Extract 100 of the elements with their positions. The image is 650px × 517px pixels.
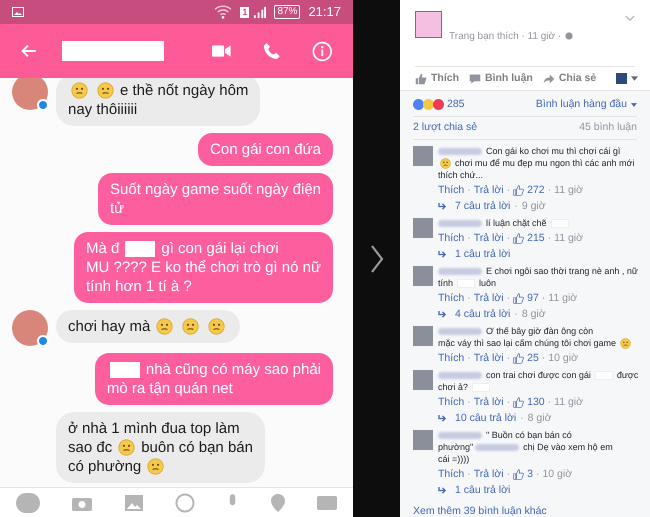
more-comments-link[interactable]: Xem thêm 39 bình luận khác bbox=[413, 504, 637, 517]
like-link[interactable]: Thích bbox=[438, 184, 464, 196]
like-count[interactable]: 130 bbox=[527, 396, 545, 408]
separator-dot: · bbox=[467, 232, 471, 244]
clock: 21:17 bbox=[308, 3, 341, 22]
message-text: tử bbox=[110, 199, 124, 218]
post-action[interactable]: Chia sẻ bbox=[542, 70, 596, 86]
emoji-icon bbox=[208, 318, 226, 335]
comment-text: mặc váy thì sao lại cấm chúng tôi chơi game bbox=[438, 337, 616, 349]
separator-dot: · bbox=[506, 232, 510, 244]
separator-dot: · bbox=[506, 396, 510, 408]
message-text: gì con gái lại chơi bbox=[161, 239, 279, 258]
comment-text: Con gái ko chơi mu thì chơi cái gì bbox=[486, 145, 620, 157]
message-text: ở nhà 1 mình đua top làm bbox=[68, 419, 240, 438]
comment-count: 45 bình luận bbox=[579, 120, 637, 136]
blurred-name bbox=[438, 268, 482, 274]
replies-link[interactable]: 4 câu trả lời bbox=[455, 308, 510, 320]
replies-link[interactable]: 10 câu trả lời bbox=[455, 412, 516, 424]
caret-icon[interactable] bbox=[631, 76, 638, 81]
like-link[interactable]: Thích bbox=[438, 232, 464, 244]
location-pin-icon[interactable] bbox=[270, 494, 285, 512]
reply-arrow-icon bbox=[438, 414, 447, 422]
comment-text: chơi mu để mu đẹp mu ngon thì các anh mới bbox=[455, 157, 634, 169]
image-icon[interactable] bbox=[124, 494, 143, 510]
smiley-icon[interactable] bbox=[174, 492, 195, 512]
like-count[interactable]: 25 bbox=[527, 352, 539, 364]
post-action[interactable]: Bình luận bbox=[469, 70, 533, 86]
back-arrow-icon[interactable] bbox=[20, 42, 38, 60]
comment-text: lí luận chặt chẽ bbox=[486, 217, 547, 229]
message-text: chơi hay mà bbox=[68, 317, 150, 336]
comment-text: Ơ thế bây giờ đàn ông còn bbox=[486, 325, 594, 337]
like-link[interactable]: Thích bbox=[438, 352, 464, 364]
love-reaction-icon bbox=[433, 99, 444, 110]
video-camera-icon[interactable] bbox=[212, 44, 231, 58]
comment-text: E chơi ngôi sao thời trang nè anh , nữ bbox=[486, 265, 638, 277]
profile-thumbnail[interactable] bbox=[616, 73, 628, 84]
signal-icon bbox=[253, 6, 266, 18]
emoji-icon bbox=[118, 439, 136, 456]
commenter-avatar bbox=[413, 326, 433, 346]
like-link[interactable]: Thích bbox=[438, 468, 464, 480]
blurred-name bbox=[438, 328, 482, 334]
separator-dot: · bbox=[467, 352, 471, 364]
reply-link[interactable]: Trả lời bbox=[474, 396, 504, 408]
info-icon[interactable] bbox=[312, 40, 333, 62]
message-text: e thề nốt ngày hôm bbox=[120, 81, 248, 100]
reply-link[interactable]: Trả lời bbox=[474, 184, 504, 196]
separator-dot: · bbox=[467, 292, 471, 304]
like-count[interactable]: 215 bbox=[527, 232, 545, 244]
like-link[interactable]: Thích bbox=[438, 292, 464, 304]
post-action[interactable]: Thích bbox=[415, 70, 459, 86]
reply-link[interactable]: Trả lời bbox=[474, 232, 504, 244]
reply-link[interactable]: Trả lời bbox=[474, 292, 504, 304]
replies-link[interactable]: 7 câu trả lời bbox=[455, 200, 510, 212]
reaction-count[interactable]: 285 bbox=[447, 96, 465, 112]
comment-text: con trai chơi được con gái bbox=[486, 369, 591, 381]
replies-link[interactable]: 1 câu trả lời bbox=[455, 484, 510, 496]
message-text: Mà đ bbox=[86, 239, 120, 258]
emoji-icon bbox=[71, 82, 88, 99]
share-count-link[interactable]: 2 lượt chia sẻ bbox=[413, 120, 478, 136]
reply-arrow-icon bbox=[438, 486, 447, 494]
separator-dot: · bbox=[467, 184, 471, 196]
like-count[interactable]: 272 bbox=[527, 184, 545, 196]
reply-arrow-icon bbox=[438, 310, 447, 318]
blurred-name bbox=[438, 372, 482, 378]
message-text: buôn có bạn bán bbox=[141, 438, 253, 457]
separator-dot: · bbox=[514, 200, 518, 212]
thumbs-up-icon bbox=[415, 72, 427, 84]
emoji-icon bbox=[97, 82, 114, 99]
next-chevron-icon[interactable] bbox=[370, 244, 384, 274]
commenter-avatar bbox=[413, 218, 433, 238]
reply-link[interactable]: Trả lời bbox=[474, 468, 504, 480]
reply-arrow-icon bbox=[438, 250, 447, 258]
separator-dot: · bbox=[467, 468, 471, 480]
comment-text: cái =)))) bbox=[438, 453, 470, 465]
commenter-avatar bbox=[413, 146, 433, 166]
message-text: tính hơn 1 tí à ? bbox=[86, 277, 192, 296]
replies-link[interactable]: 1 câu trả lời bbox=[455, 248, 510, 260]
like-count[interactable]: 3 bbox=[527, 468, 533, 480]
reply-arrow-icon bbox=[438, 202, 447, 210]
phone-icon[interactable] bbox=[262, 42, 280, 60]
comment-text: được bbox=[616, 369, 638, 381]
thumbs-up-icon bbox=[513, 232, 524, 244]
like-link[interactable]: Thích bbox=[438, 396, 464, 408]
haha-reaction-icon bbox=[423, 99, 434, 110]
commenter-avatar bbox=[413, 266, 433, 286]
separator-dot: · bbox=[548, 396, 552, 408]
chevron-down-icon[interactable] bbox=[625, 15, 635, 22]
sort-dropdown[interactable]: Bình luận hàng đầu bbox=[536, 96, 637, 112]
replies-time: 8 giờ bbox=[522, 308, 546, 320]
redaction-block bbox=[110, 362, 140, 378]
blurred-name bbox=[438, 148, 482, 154]
sim-indicator: 1 bbox=[240, 6, 250, 18]
message-text: Suốt ngày game suốt ngày điện bbox=[110, 180, 321, 199]
reply-link[interactable]: Trả lời bbox=[474, 352, 504, 364]
redaction-block bbox=[125, 240, 156, 256]
thumbs-up-icon bbox=[513, 292, 524, 304]
emoji-icon bbox=[182, 318, 200, 335]
like-reaction-icon bbox=[413, 99, 424, 110]
like-count[interactable]: 97 bbox=[527, 292, 539, 304]
message-text: Con gái con đứa bbox=[210, 140, 321, 159]
